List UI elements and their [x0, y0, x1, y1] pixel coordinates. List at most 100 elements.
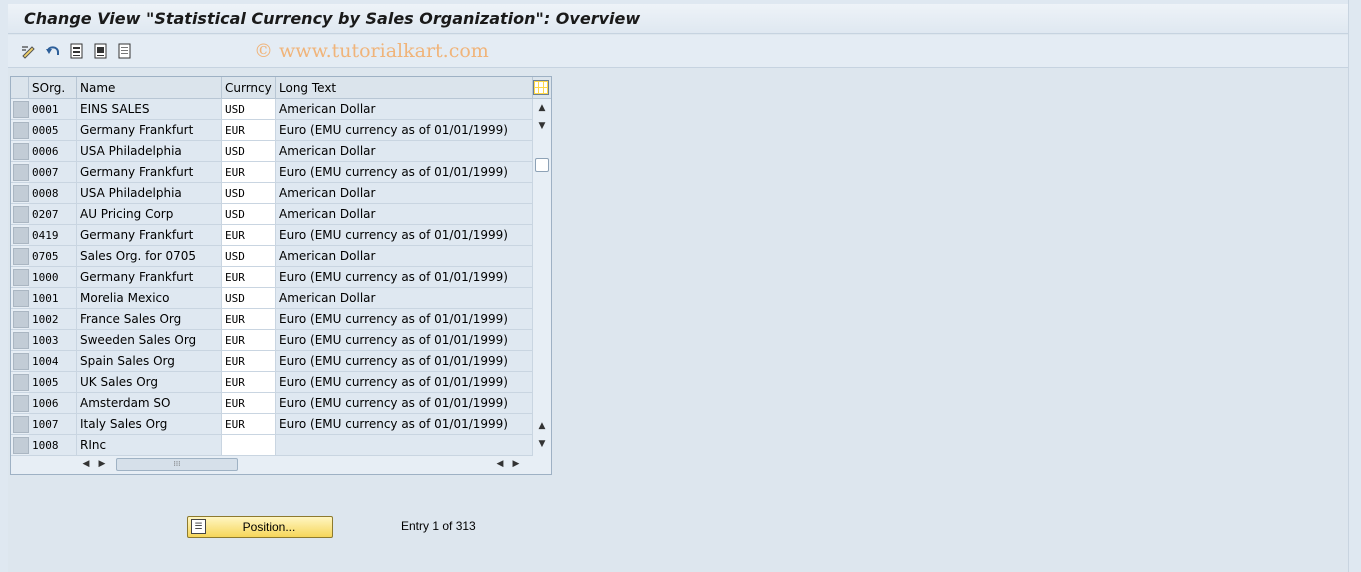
- row-selector[interactable]: [13, 416, 29, 433]
- row-selector[interactable]: [13, 248, 29, 265]
- row-selector[interactable]: [13, 164, 29, 181]
- page-down-icon[interactable]: ▼: [535, 437, 549, 451]
- row-selector[interactable]: [13, 332, 29, 349]
- currency-input[interactable]: EUR: [222, 162, 276, 182]
- currency-input[interactable]: USD: [222, 204, 276, 224]
- row-selector[interactable]: [13, 374, 29, 391]
- table-row[interactable]: 0419 Germany Frankfurt EUR Euro (EMU curren…: [11, 225, 533, 246]
- row-selector[interactable]: [13, 143, 29, 160]
- sales-org-cell: 1006: [29, 393, 77, 413]
- currency-input[interactable]: USD: [222, 246, 276, 266]
- scroll-down-icon[interactable]: ▼: [535, 119, 549, 133]
- scroll-right-icon[interactable]: ▶: [95, 457, 109, 471]
- sales-org-cell: 1001: [29, 288, 77, 308]
- long-text-cell: Euro (EMU currency as of 01/01/1999): [276, 162, 533, 182]
- row-selector[interactable]: [13, 185, 29, 202]
- name-cell: Germany Frankfurt: [77, 120, 222, 140]
- currency-input[interactable]: [222, 435, 276, 455]
- table-row[interactable]: 1005 UK Sales Org EUR Euro (EMU currency as…: [11, 372, 533, 393]
- currency-input[interactable]: USD: [222, 141, 276, 161]
- horizontal-scrollbar[interactable]: ◀ ▶ ⁞⁞⁞ ◀ ▶: [77, 456, 533, 472]
- horizontal-scrollbar-thumb[interactable]: ⁞⁞⁞: [116, 458, 238, 471]
- row-selector[interactable]: [13, 269, 29, 286]
- table-row[interactable]: 1002 France Sales Org EUR Euro (EMU currenc…: [11, 309, 533, 330]
- select-all-icon[interactable]: [69, 43, 85, 59]
- table-settings-icon[interactable]: [533, 80, 549, 95]
- sales-org-cell: 1004: [29, 351, 77, 371]
- scrollbar-thumb[interactable]: [535, 158, 549, 172]
- long-text-cell: American Dollar: [276, 204, 533, 224]
- position-button[interactable]: ☰ Position...: [187, 516, 333, 538]
- table-row[interactable]: 1001 Morelia Mexico USD American Dollar: [11, 288, 533, 309]
- sales-org-cell: 1005: [29, 372, 77, 392]
- scroll-left-end-icon[interactable]: ◀: [493, 457, 507, 471]
- table-row[interactable]: 1006 Amsterdam SO EUR Euro (EMU currency as…: [11, 393, 533, 414]
- table-row[interactable]: 0001 EINS SALES USD American Dollar: [11, 99, 533, 120]
- page-up-icon[interactable]: ▲: [535, 419, 549, 433]
- vertical-scrollbar[interactable]: ▲ ▼ ▲ ▼: [533, 99, 551, 456]
- currency-input[interactable]: EUR: [222, 351, 276, 371]
- column-header-long-text[interactable]: Long Text: [276, 77, 533, 98]
- row-selector[interactable]: [13, 395, 29, 412]
- row-selector[interactable]: [13, 122, 29, 139]
- currency-input[interactable]: EUR: [222, 309, 276, 329]
- name-cell: Amsterdam SO: [77, 393, 222, 413]
- currency-input[interactable]: EUR: [222, 120, 276, 140]
- table-row[interactable]: 1008 RInc: [11, 435, 533, 456]
- currency-input[interactable]: EUR: [222, 372, 276, 392]
- select-all-column-header[interactable]: [11, 77, 29, 98]
- sales-org-cell: 0008: [29, 183, 77, 203]
- sales-org-cell: 0419: [29, 225, 77, 245]
- currency-input[interactable]: EUR: [222, 225, 276, 245]
- table-row[interactable]: 0005 Germany Frankfurt EUR Euro (EMU curren…: [11, 120, 533, 141]
- row-selector[interactable]: [13, 101, 29, 118]
- long-text-cell: American Dollar: [276, 99, 533, 119]
- long-text-cell: Euro (EMU currency as of 01/01/1999): [276, 330, 533, 350]
- table-row[interactable]: 0207 AU Pricing Corp USD American Dollar: [11, 204, 533, 225]
- sales-org-cell: 0001: [29, 99, 77, 119]
- currency-input[interactable]: EUR: [222, 393, 276, 413]
- name-cell: AU Pricing Corp: [77, 204, 222, 224]
- currency-input[interactable]: USD: [222, 288, 276, 308]
- row-selector[interactable]: [13, 227, 29, 244]
- row-selector[interactable]: [13, 206, 29, 223]
- currency-input[interactable]: USD: [222, 99, 276, 119]
- scroll-right-end-icon[interactable]: ▶: [509, 457, 523, 471]
- table-row[interactable]: 1003 Sweeden Sales Org EUR Euro (EMU curren…: [11, 330, 533, 351]
- column-header-currency[interactable]: Currncy: [222, 77, 276, 98]
- long-text-cell: Euro (EMU currency as of 01/01/1999): [276, 414, 533, 434]
- scroll-left-icon[interactable]: ◀: [79, 457, 93, 471]
- select-block-icon[interactable]: [93, 43, 109, 59]
- currency-input[interactable]: USD: [222, 183, 276, 203]
- deselect-all-icon[interactable]: [117, 43, 133, 59]
- scroll-up-icon[interactable]: ▲: [535, 101, 549, 115]
- row-selector[interactable]: [13, 353, 29, 370]
- position-button-label: Position...: [242, 520, 296, 534]
- entry-counter: Entry 1 of 313: [401, 519, 476, 533]
- currency-input[interactable]: EUR: [222, 267, 276, 287]
- row-selector[interactable]: [13, 311, 29, 328]
- table-row[interactable]: 1000 Germany Frankfurt EUR Euro (EMU curren…: [11, 267, 533, 288]
- undo-icon[interactable]: [45, 43, 61, 59]
- sales-org-cell: 1000: [29, 267, 77, 287]
- display-change-icon[interactable]: [21, 43, 37, 59]
- row-selector[interactable]: [13, 437, 29, 454]
- column-header-name[interactable]: Name: [77, 77, 222, 98]
- long-text-cell: American Dollar: [276, 183, 533, 203]
- position-icon: ☰: [191, 519, 206, 534]
- table-row[interactable]: 1007 Italy Sales Org EUR Euro (EMU currency…: [11, 414, 533, 435]
- sales-org-cell: 1002: [29, 309, 77, 329]
- row-selector[interactable]: [13, 290, 29, 307]
- long-text-cell: Euro (EMU currency as of 01/01/1999): [276, 372, 533, 392]
- table-row[interactable]: 1004 Spain Sales Org EUR Euro (EMU currency…: [11, 351, 533, 372]
- table-row[interactable]: 0007 Germany Frankfurt EUR Euro (EMU curren…: [11, 162, 533, 183]
- table-row[interactable]: 0008 USA Philadelphia USD American Dollar: [11, 183, 533, 204]
- currency-input[interactable]: EUR: [222, 330, 276, 350]
- name-cell: EINS SALES: [77, 99, 222, 119]
- currency-input[interactable]: EUR: [222, 414, 276, 434]
- long-text-cell: Euro (EMU currency as of 01/01/1999): [276, 267, 533, 287]
- application-toolbar: © www.tutorialkart.com: [8, 35, 1348, 68]
- table-row[interactable]: 0705 Sales Org. for 0705 USD American Dolla…: [11, 246, 533, 267]
- column-header-sorg[interactable]: SOrg.: [29, 77, 77, 98]
- table-row[interactable]: 0006 USA Philadelphia USD American Dollar: [11, 141, 533, 162]
